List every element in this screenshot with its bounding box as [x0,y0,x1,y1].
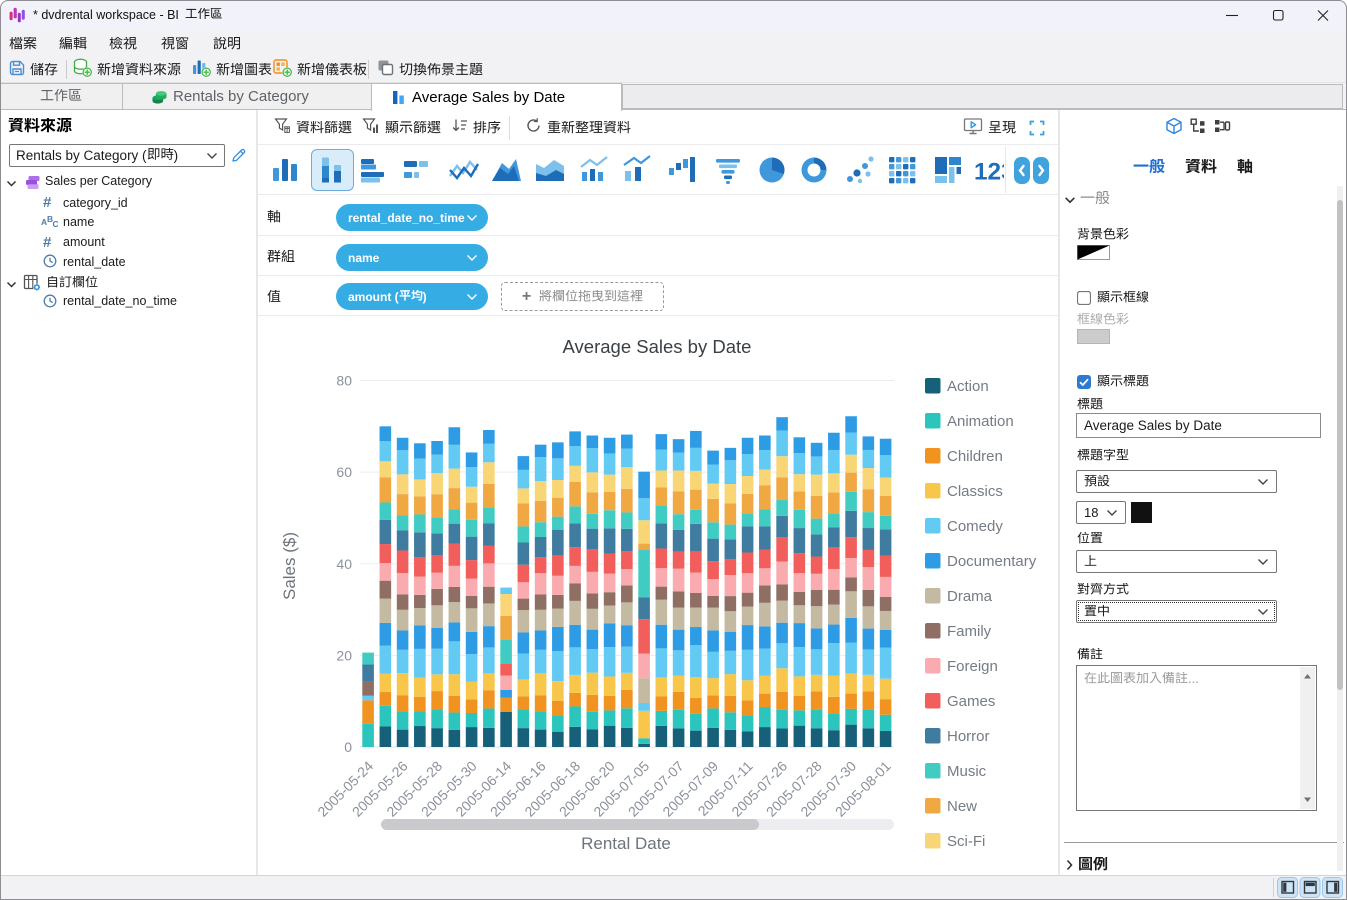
svg-text:0: 0 [344,739,352,755]
svg-text:Children: Children [947,448,1003,465]
svg-text:Games: Games [947,693,995,710]
svg-text:Classics: Classics [947,483,1003,500]
svg-text:C: C [53,219,59,229]
svg-text:#: # [43,194,52,209]
svg-text:123: 123 [974,158,1004,185]
svg-text:Average Sales by Date: Average Sales by Date [563,336,752,357]
svg-text:New: New [947,798,977,815]
svg-text:Comedy: Comedy [947,518,1003,535]
svg-text:80: 80 [336,373,352,389]
svg-text:Horror: Horror [947,728,990,745]
svg-text:Foreign: Foreign [947,658,998,675]
svg-text:Drama: Drama [947,588,993,605]
svg-text:Documentary: Documentary [947,553,1037,570]
svg-text:40: 40 [336,556,352,572]
svg-text:Rental Date: Rental Date [581,834,671,853]
svg-text:Family: Family [947,623,992,640]
svg-text:Sales ($): Sales ($) [280,532,299,600]
svg-text:20: 20 [336,647,352,663]
svg-text:60: 60 [336,464,352,480]
svg-text:Sci-Fi: Sci-Fi [947,833,985,850]
svg-text:#: # [43,234,52,249]
svg-text:Action: Action [947,378,989,395]
svg-text:Animation: Animation [947,413,1014,430]
svg-text:Music: Music [947,763,987,780]
